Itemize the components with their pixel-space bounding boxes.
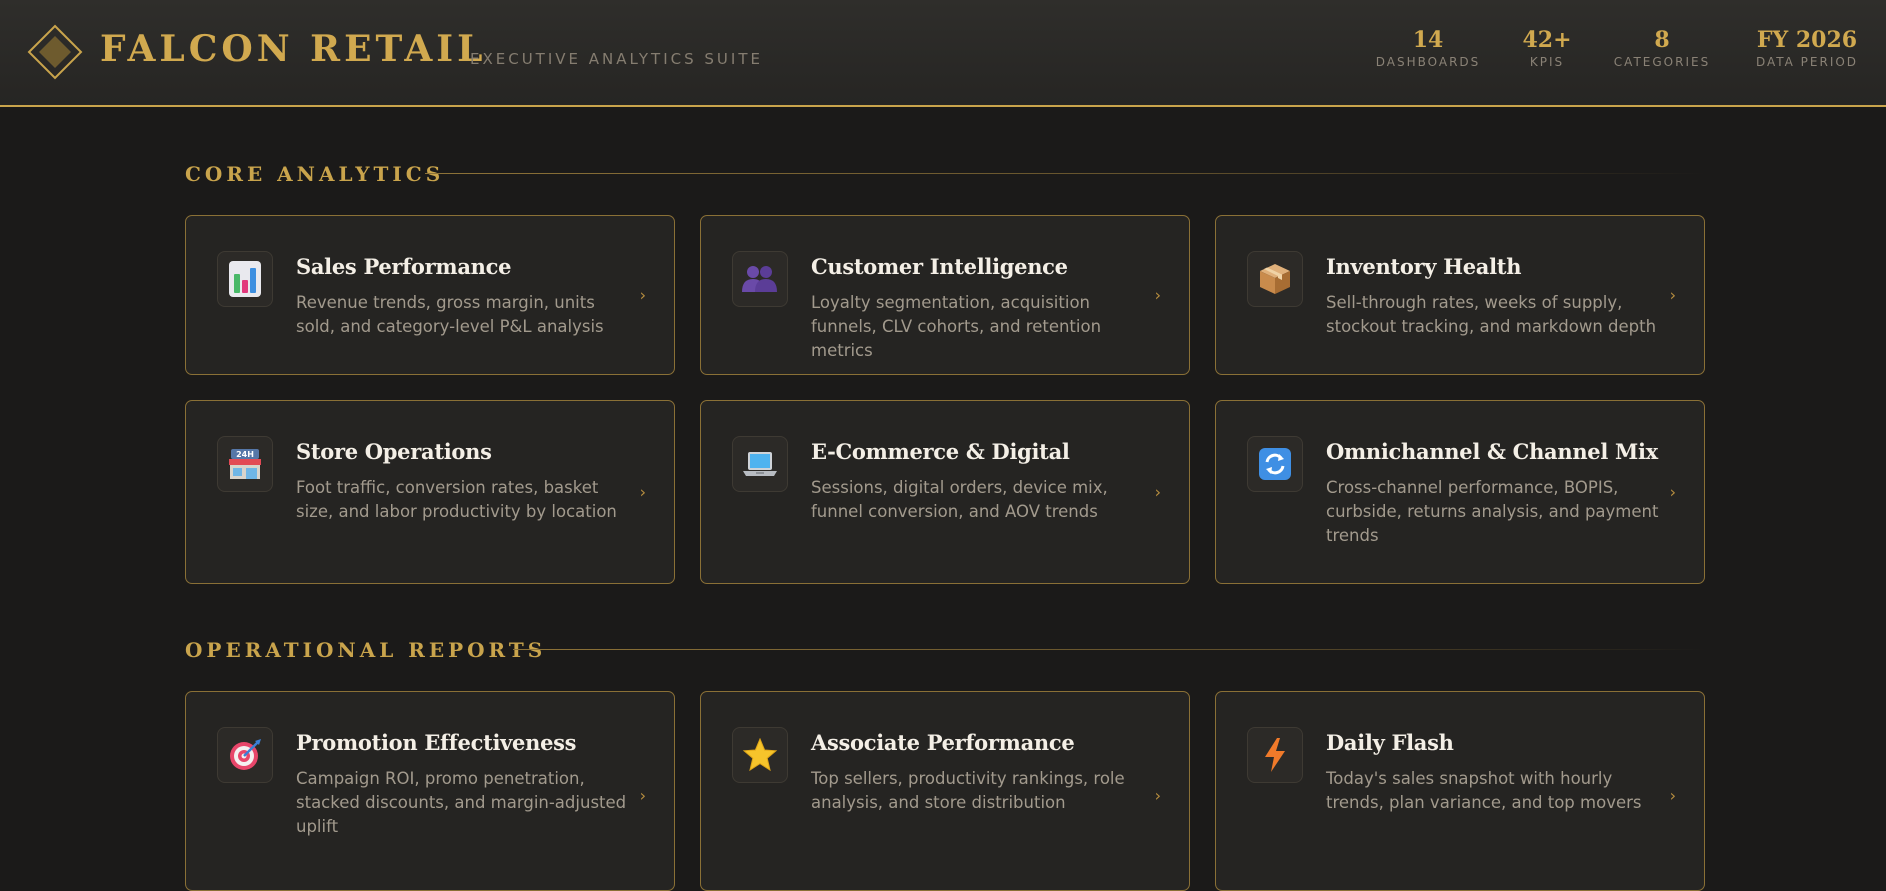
card-daily-flash[interactable]: Daily Flash Today's sales snapshot with … <box>1215 691 1705 891</box>
card-title: E-Commerce & Digital <box>811 439 1070 464</box>
laptop-icon <box>732 436 788 492</box>
card-inventory-health[interactable]: Inventory Health Sell-through rates, wee… <box>1215 215 1705 375</box>
card-title: Inventory Health <box>1326 254 1522 279</box>
stat-label: DATA PERIOD <box>1755 55 1859 69</box>
chevron-right-icon: › <box>639 482 646 502</box>
card-ecommerce-digital[interactable]: E-Commerce & Digital Sessions, digital o… <box>700 400 1190 584</box>
chevron-right-icon: › <box>1154 786 1161 805</box>
card-store-operations[interactable]: 24H Store Operations Foot traffic, conve… <box>185 400 675 584</box>
card-title: Sales Performance <box>296 254 512 279</box>
card-customer-intelligence[interactable]: Customer Intelligence Loyalty segmentati… <box>700 215 1190 375</box>
card-description: Sell-through rates, weeks of supply, sto… <box>1326 293 1657 336</box>
chevron-right-icon: › <box>1154 285 1161 305</box>
people-icon <box>732 251 788 307</box>
chevron-right-icon: › <box>1669 482 1676 502</box>
card-description: Revenue trends, gross margin, units sold… <box>296 293 604 336</box>
refresh-icon <box>1247 436 1303 492</box>
app-header: FALCON RETAIL EXECUTIVE ANALYTICS SUITE … <box>0 0 1886 107</box>
stat-data-period: FY 2026 DATA PERIOD <box>1752 27 1862 69</box>
card-description: Today's sales snapshot with hourly trend… <box>1326 769 1642 812</box>
target-icon <box>217 727 273 783</box>
card-description: Foot traffic, conversion rates, basket s… <box>296 478 617 521</box>
chevron-right-icon: › <box>1669 786 1676 805</box>
brand-name: FALCON RETAIL <box>100 28 487 70</box>
stat-value: 42+ <box>1522 27 1572 53</box>
stat-value: 8 <box>1654 27 1670 53</box>
section-title-core-analytics: CORE ANALYTICS <box>185 162 445 186</box>
chevron-right-icon: › <box>639 285 646 305</box>
svg-text:24H: 24H <box>236 450 254 459</box>
bar-chart-icon <box>217 251 273 307</box>
stat-label: KPIS <box>1529 55 1565 69</box>
card-description: Campaign ROI, promo penetration, stacked… <box>296 769 627 836</box>
package-icon <box>1247 251 1303 307</box>
section-divider <box>425 173 1705 174</box>
stat-label: DASHBOARDS <box>1375 55 1481 69</box>
section-divider <box>513 649 1705 650</box>
card-description: Loyalty segmentation, acquisition funnel… <box>811 293 1102 360</box>
stat-categories: 8 CATEGORIES <box>1612 27 1712 69</box>
card-title: Omnichannel & Channel Mix <box>1326 439 1658 464</box>
card-title: Promotion Effectiveness <box>296 730 577 755</box>
chevron-right-icon: › <box>1154 482 1161 502</box>
stat-value: FY 2026 <box>1756 27 1858 53</box>
card-description: Sessions, digital orders, device mix, fu… <box>811 478 1108 521</box>
card-sales-performance[interactable]: Sales Performance Revenue trends, gross … <box>185 215 675 375</box>
chevron-right-icon: › <box>639 786 646 805</box>
card-title: Associate Performance <box>811 730 1075 755</box>
diamond-logo-icon <box>27 24 83 80</box>
lightning-icon <box>1247 727 1303 783</box>
card-title: Store Operations <box>296 439 492 464</box>
stat-dashboards: 14 DASHBOARDS <box>1368 27 1488 69</box>
card-description: Top sellers, productivity rankings, role… <box>811 769 1125 812</box>
stat-kpis: 42+ KPIS <box>1512 27 1582 69</box>
stat-value: 14 <box>1412 27 1444 53</box>
card-omnichannel-channel-mix[interactable]: Omnichannel & Channel Mix Cross-channel … <box>1215 400 1705 584</box>
card-title: Customer Intelligence <box>811 254 1068 279</box>
card-promotion-effectiveness[interactable]: Promotion Effectiveness Campaign ROI, pr… <box>185 691 675 891</box>
star-icon <box>732 727 788 783</box>
stat-label: CATEGORIES <box>1613 55 1711 69</box>
chevron-right-icon: › <box>1669 285 1676 305</box>
card-associate-performance[interactable]: Associate Performance Top sellers, produ… <box>700 691 1190 891</box>
store-icon: 24H <box>217 436 273 492</box>
suite-subtitle: EXECUTIVE ANALYTICS SUITE <box>470 50 763 68</box>
section-title-operational-reports: OPERATIONAL REPORTS <box>185 638 547 662</box>
card-description: Cross-channel performance, BOPIS, curbsi… <box>1326 478 1659 545</box>
card-title: Daily Flash <box>1326 730 1454 755</box>
